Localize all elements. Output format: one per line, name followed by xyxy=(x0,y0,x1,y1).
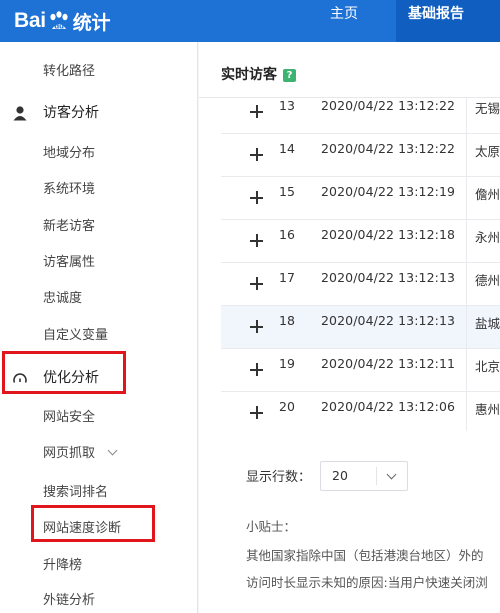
row-time: 2020/04/22 13:12:13 xyxy=(321,270,456,285)
row-location: 儋州 xyxy=(475,187,500,202)
sidebar-item-label: 访客属性 xyxy=(43,255,96,270)
sidebar-item-loyalty[interactable]: 忠诚度 xyxy=(0,281,198,317)
row-number: 16 xyxy=(279,227,295,242)
sidebar-item-page-crawl[interactable]: 网页抓取 xyxy=(0,436,198,472)
sidebar-group-label: 访客分析 xyxy=(43,105,99,121)
row-number: 15 xyxy=(279,184,295,199)
sidebar-item-label: 新老访客 xyxy=(43,219,96,234)
row-time: 2020/04/22 13:12:22 xyxy=(321,98,456,113)
table-row[interactable]: 16 2020/04/22 13:12:18 永州 xyxy=(221,220,500,263)
sidebar-item-backlinks[interactable]: 外链分析 xyxy=(0,583,198,613)
table-row[interactable]: 15 2020/04/22 13:12:19 儋州 xyxy=(221,177,500,220)
row-location: 北京 xyxy=(475,359,500,374)
row-location: 永州 xyxy=(475,230,500,245)
sidebar-item-conversion-path[interactable]: 转化路径 xyxy=(0,54,198,90)
expand-plus-icon[interactable] xyxy=(250,320,263,333)
row-time: 2020/04/22 13:12:18 xyxy=(321,227,456,242)
paw-icon: du xyxy=(50,11,68,31)
sidebar-item-label: 升降榜 xyxy=(43,558,83,573)
sidebar-item-custom-variables[interactable]: 自定义变量 xyxy=(0,318,198,354)
logo-text: Bai xyxy=(14,9,46,32)
expand-plus-icon[interactable] xyxy=(250,363,263,376)
column-divider xyxy=(466,98,467,431)
nav-home[interactable]: 主页 xyxy=(318,0,370,42)
baidu-tongji-logo[interactable]: Bai du 统计 xyxy=(14,7,110,35)
page-title-text: 实时访客 xyxy=(221,67,277,83)
row-location: 盐城 xyxy=(475,316,500,331)
sidebar-item-label: 自定义变量 xyxy=(43,328,109,343)
table-row[interactable]: 18 2020/04/22 13:12:13 盐城 xyxy=(221,306,500,349)
select-divider xyxy=(376,467,377,485)
row-time: 2020/04/22 13:12:19 xyxy=(321,184,456,199)
sidebar-item-site-security[interactable]: 网站安全 xyxy=(0,400,198,436)
row-location: 太原 xyxy=(475,144,500,159)
sidebar-item-region[interactable]: 地域分布 xyxy=(0,136,198,172)
sidebar-item-label: 外链分析 xyxy=(43,593,96,608)
row-number: 20 xyxy=(279,399,295,414)
svg-text:du: du xyxy=(54,23,64,31)
table-row[interactable]: 20 2020/04/22 13:12:06 惠州 xyxy=(221,392,500,431)
content-panel: 13 2020/04/22 13:12:22 无锡 14 2020/04/22 … xyxy=(199,98,500,613)
help-icon[interactable]: ? xyxy=(283,69,296,82)
expand-plus-icon[interactable] xyxy=(250,277,263,290)
content-header: 实时访客? xyxy=(199,42,500,98)
expand-plus-icon[interactable] xyxy=(250,105,263,118)
chevron-down-icon xyxy=(107,445,118,456)
sidebar-group-visitor-analysis[interactable]: 访客分析 xyxy=(0,95,198,131)
row-time: 2020/04/22 13:12:22 xyxy=(321,141,456,156)
table-row[interactable]: 13 2020/04/22 13:12:22 无锡 xyxy=(221,98,500,134)
rows-per-page-label: 显示行数： xyxy=(246,470,312,485)
sidebar-item-new-returning[interactable]: 新老访客 xyxy=(0,209,198,245)
page-title: 实时访客? xyxy=(221,64,296,84)
row-time: 2020/04/22 13:12:06 xyxy=(321,399,456,414)
sidebar-item-label: 忠诚度 xyxy=(43,291,83,306)
row-time: 2020/04/22 13:12:11 xyxy=(321,356,456,371)
expand-plus-icon[interactable] xyxy=(250,406,263,419)
top-navigation-bar: Bai du 统计 主页 基础报告 xyxy=(0,0,500,42)
rows-per-page-select[interactable]: 20 xyxy=(320,461,408,491)
sidebar-item-label: 转化路径 xyxy=(43,64,96,79)
tip-line: 其他国家指除中国（包括港澳台地区）外的 xyxy=(246,548,484,563)
row-number: 13 xyxy=(279,98,295,113)
rows-per-page-value: 20 xyxy=(332,468,348,483)
visitor-table: 13 2020/04/22 13:12:22 无锡 14 2020/04/22 … xyxy=(221,98,500,431)
sidebar-item-label: 搜索词排名 xyxy=(43,485,109,500)
expand-plus-icon[interactable] xyxy=(250,191,263,204)
row-location: 德州 xyxy=(475,273,500,288)
expand-plus-icon[interactable] xyxy=(250,148,263,161)
expand-plus-icon[interactable] xyxy=(250,234,263,247)
sidebar-item-visitor-attributes[interactable]: 访客属性 xyxy=(0,245,198,281)
row-location: 无锡 xyxy=(475,101,500,116)
row-location: 惠州 xyxy=(475,402,500,417)
sidebar-item-rank-change[interactable]: 升降榜 xyxy=(0,548,198,584)
highlight-box-speed-diagnosis xyxy=(31,505,155,542)
logo-cn-text: 统计 xyxy=(72,11,111,34)
row-time: 2020/04/22 13:12:13 xyxy=(321,313,456,328)
sidebar-item-label: 系统环境 xyxy=(43,182,96,197)
chevron-down-icon xyxy=(386,469,397,480)
tips-title: 小贴士： xyxy=(246,519,297,534)
row-number: 17 xyxy=(279,270,295,285)
row-number: 19 xyxy=(279,356,295,371)
sidebar-item-label: 地域分布 xyxy=(43,146,96,161)
table-row[interactable]: 14 2020/04/22 13:12:22 太原 xyxy=(221,134,500,177)
nav-basic-report[interactable]: 基础报告 xyxy=(396,0,500,42)
table-row[interactable]: 17 2020/04/22 13:12:13 德州 xyxy=(221,263,500,306)
table-row[interactable]: 19 2020/04/22 13:12:11 北京 xyxy=(221,349,500,392)
row-number: 18 xyxy=(279,313,295,328)
sidebar-item-label: 网页抓取 xyxy=(43,446,96,461)
sidebar-item-label: 网站安全 xyxy=(43,410,96,425)
user-icon xyxy=(13,106,27,121)
tip-line: 访问时长显示未知的原因:当用户快速关闭浏 xyxy=(246,575,488,590)
row-number: 14 xyxy=(279,141,295,156)
highlight-box-optimization xyxy=(2,351,126,394)
sidebar-item-system-env[interactable]: 系统环境 xyxy=(0,172,198,208)
